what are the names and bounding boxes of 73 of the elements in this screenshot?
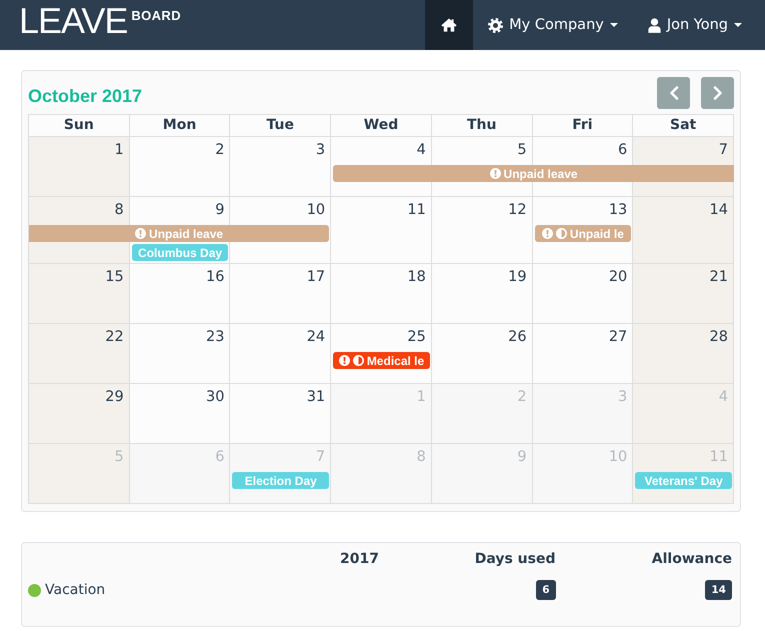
day-number: 6	[215, 448, 224, 467]
event-bar[interactable]: Unpaid leave	[333, 165, 734, 182]
weekday-header: Tue	[230, 115, 332, 137]
chevron-left-icon	[668, 86, 678, 100]
day-number: 17	[306, 268, 326, 287]
day-number: 5	[114, 448, 124, 467]
day-number: 28	[710, 328, 728, 347]
next-month-button[interactable]	[701, 77, 734, 109]
day-number: 1	[416, 388, 426, 407]
event-bar[interactable]: Election Day	[232, 472, 330, 489]
day-number: 20	[608, 268, 628, 287]
day-number: 19	[508, 268, 527, 287]
weekday-header: Sat	[633, 115, 734, 137]
event-bar[interactable]: Medical le	[333, 352, 430, 369]
home-icon	[441, 18, 458, 32]
company-menu[interactable]: My Company	[473, 0, 633, 50]
chevron-right-icon	[712, 86, 722, 100]
day-number: 5	[517, 141, 527, 160]
day-number: 13	[608, 201, 628, 220]
day-number: 2	[215, 141, 224, 160]
day-number: 11	[407, 201, 426, 220]
day-number: 29	[105, 388, 124, 407]
day-number: 11	[710, 448, 728, 467]
day-number: 7	[316, 448, 326, 467]
day-number: 25	[407, 328, 426, 347]
user-menu[interactable]: Jon Yong	[632, 0, 757, 50]
weekday-header: Mon	[130, 115, 230, 137]
day-number: 24	[306, 328, 326, 347]
day-number: 8	[416, 448, 426, 467]
day-number: 3	[316, 141, 326, 160]
gear-icon	[488, 18, 504, 32]
event-bar[interactable]: Veterans' Day	[635, 472, 732, 489]
day-number: 16	[206, 268, 224, 287]
weekday-header: Thu	[432, 115, 533, 137]
day-number: 8	[114, 201, 124, 220]
day-number: 26	[508, 328, 527, 347]
weekday-header: Fri	[532, 115, 634, 137]
day-number: 22	[105, 328, 124, 347]
day-number: 3	[618, 388, 628, 407]
day-number: 27	[608, 328, 628, 347]
day-number: 4	[718, 388, 728, 407]
day-number: 1	[114, 141, 124, 160]
event-bar[interactable]: Unpaid le	[534, 225, 632, 242]
day-number: 10	[608, 448, 628, 467]
day-number: 2	[517, 388, 527, 407]
count-badge: 14	[705, 580, 732, 600]
day-number: 9	[215, 201, 224, 220]
count-badge: 6	[536, 580, 556, 600]
day-number: 6	[618, 141, 628, 160]
day-number: 21	[710, 268, 728, 287]
day-number: 18	[407, 268, 426, 287]
day-number: 10	[306, 201, 326, 220]
day-number: 7	[718, 141, 728, 160]
day-number: 12	[508, 201, 527, 220]
day-number: 14	[710, 201, 728, 220]
day-number: 15	[105, 268, 124, 287]
user-icon	[648, 18, 661, 32]
column-header: 2017	[339, 551, 380, 567]
column-header: Days used	[474, 551, 556, 567]
weekday-header: Sun	[29, 115, 130, 137]
weekday-header: Wed	[331, 115, 432, 137]
day-number: 31	[306, 388, 326, 407]
day-number: 9	[517, 448, 527, 467]
event-bar[interactable]: Unpaid leave	[29, 225, 330, 242]
leave-type-name: Vacation	[45, 582, 106, 598]
home-link[interactable]	[425, 0, 474, 50]
month-title: October 2017	[28, 84, 142, 106]
previous-month-button[interactable]	[657, 77, 690, 109]
column-header: Allowance	[650, 551, 733, 567]
day-number: 23	[206, 328, 224, 347]
day-number: 30	[206, 388, 224, 407]
day-number: 4	[416, 141, 426, 160]
event-bar[interactable]: Columbus Day	[132, 244, 228, 261]
